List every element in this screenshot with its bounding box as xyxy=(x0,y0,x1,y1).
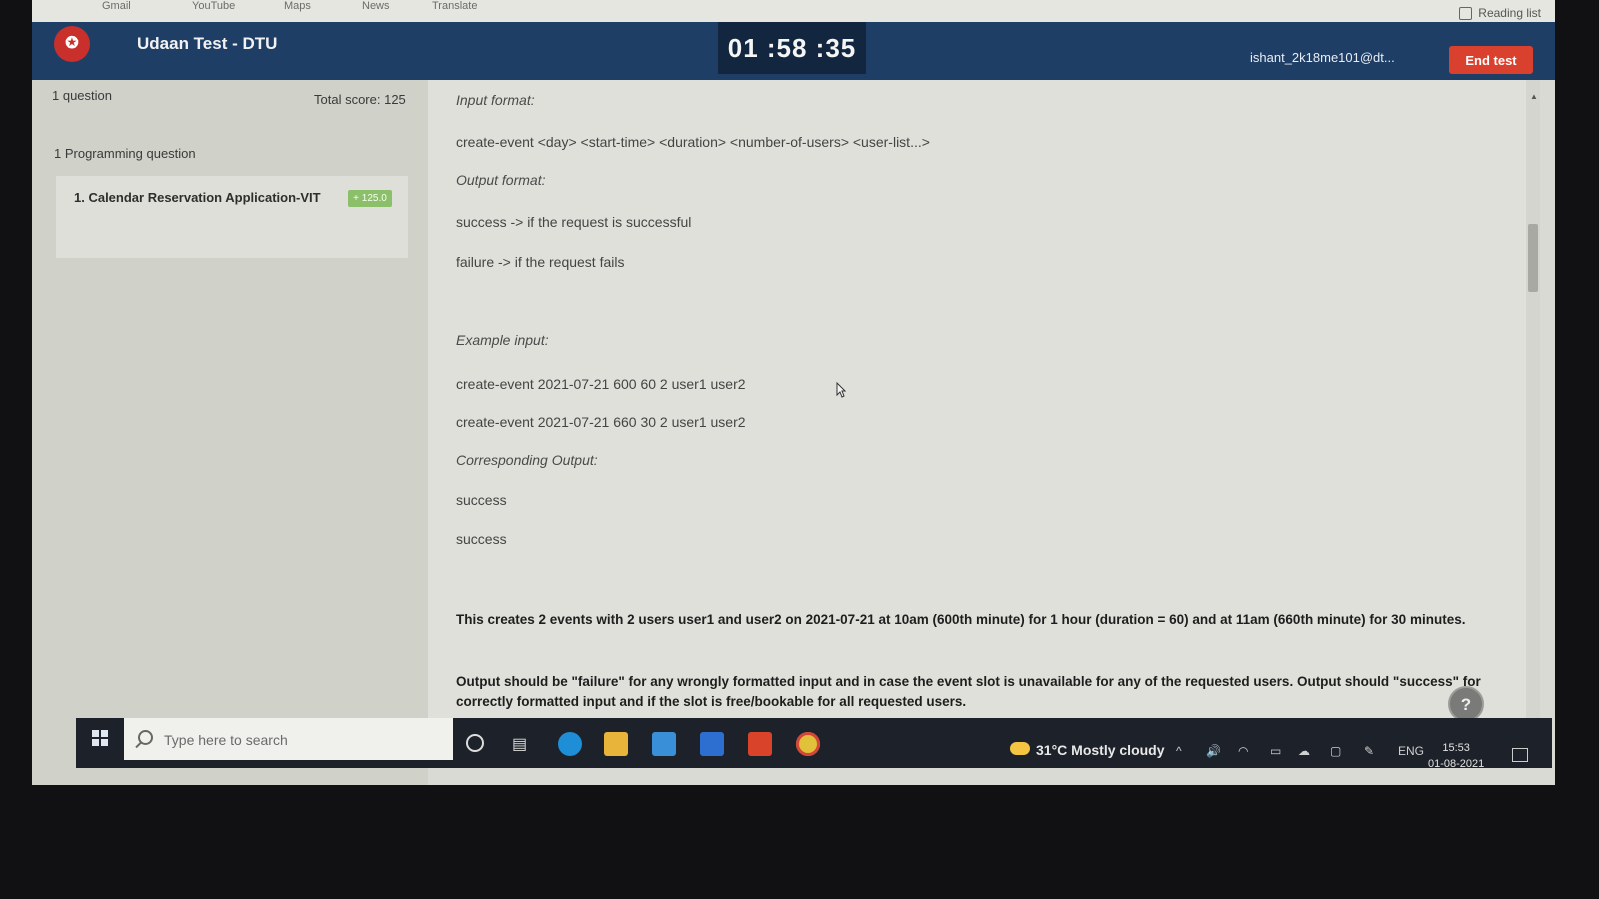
edge-icon[interactable] xyxy=(558,732,582,756)
rules-paragraph: Output should be "failure" for any wrong… xyxy=(456,674,1481,709)
corresponding-output-label: Corresponding Output: xyxy=(456,452,598,468)
whiteboard-icon[interactable] xyxy=(700,732,724,756)
output-format-label: Output format: xyxy=(456,172,546,188)
bookmark-maps[interactable]: Maps xyxy=(284,0,311,12)
example-input-line: create-event 2021-07-21 660 30 2 user1 u… xyxy=(456,414,746,430)
question-sidebar: 1 question Total score: 125 1 Programmin… xyxy=(32,80,428,785)
reading-list-icon xyxy=(1459,6,1473,20)
example-input-line: create-event 2021-07-21 600 60 2 user1 u… xyxy=(456,376,746,392)
weather-cloud-icon xyxy=(1010,742,1030,755)
countdown-timer: 01 :58 :35 xyxy=(718,22,866,74)
logo-icon: ✪ xyxy=(54,26,90,62)
task-view-icon[interactable]: ▤ xyxy=(512,734,527,754)
wifi-icon[interactable]: ◠ xyxy=(1238,744,1248,758)
system-clock[interactable]: 15:53 01-08-2021 xyxy=(1428,740,1484,772)
screen: Gmail YouTube Maps News Translate Readin… xyxy=(32,0,1555,785)
question-title: 1. Calendar Reservation Application-VIT xyxy=(74,190,321,205)
bookmark-gmail[interactable]: Gmail xyxy=(102,0,131,12)
input-format-text: create-event <day> <start-time> <duratio… xyxy=(456,134,930,150)
reading-list-button[interactable]: Reading list xyxy=(1459,6,1541,20)
help-icon[interactable]: ? xyxy=(1448,686,1484,722)
windows-taskbar: ▤ 31°C Mostly cloudy ^ 🔊 ◠ ▭ ☁ ▢ ✎ ENG 1… xyxy=(76,718,1552,770)
scroll-up-icon[interactable]: ▲ xyxy=(1530,92,1538,101)
question-item[interactable]: 1. Calendar Reservation Application-VIT … xyxy=(56,176,408,258)
reading-list-label: Reading list xyxy=(1478,6,1541,20)
test-title: Udaan Test - DTU xyxy=(137,34,278,53)
question-count: 1 question xyxy=(52,88,112,103)
volume-icon[interactable]: 🔊 xyxy=(1206,744,1221,758)
bookmark-youtube[interactable]: YouTube xyxy=(192,0,235,12)
end-test-button[interactable]: End test xyxy=(1449,46,1533,74)
user-email[interactable]: ishant_2k18me101@dt... xyxy=(1250,50,1395,65)
example-output-line: success xyxy=(456,492,507,508)
mail-icon[interactable] xyxy=(652,732,676,756)
language-indicator[interactable]: ENG xyxy=(1398,744,1424,758)
bookmarks-bar: Gmail YouTube Maps News Translate Readin… xyxy=(32,0,1555,22)
question-description: Input format: create-event <day> <start-… xyxy=(428,80,1526,732)
cortana-icon[interactable] xyxy=(466,734,484,752)
scroll-thumb[interactable] xyxy=(1528,224,1538,292)
app-header: ✪ Udaan Test - DTU 01 :58 :35 ishant_2k1… xyxy=(32,22,1555,80)
example-output-line: success xyxy=(456,531,507,547)
taskbar-search-input[interactable] xyxy=(162,728,436,752)
office-icon[interactable] xyxy=(748,732,772,756)
file-explorer-icon[interactable] xyxy=(604,732,628,756)
display-icon[interactable]: ▢ xyxy=(1330,744,1341,758)
question-score-badge: + 125.0 xyxy=(348,190,392,207)
section-heading: 1 Programming question xyxy=(54,146,196,161)
onedrive-icon[interactable]: ☁ xyxy=(1298,744,1310,758)
notification-icon[interactable] xyxy=(1512,748,1528,762)
chrome-icon[interactable] xyxy=(796,732,820,756)
explanation-paragraph: This creates 2 events with 2 users user1… xyxy=(456,612,1466,627)
output-failure-text: failure -> if the request fails xyxy=(456,254,625,270)
bookmark-news[interactable]: News xyxy=(362,0,390,12)
weather-text[interactable]: 31°C Mostly cloudy xyxy=(1036,742,1165,758)
bookmark-translate[interactable]: Translate xyxy=(432,0,477,12)
mouse-cursor-icon xyxy=(836,382,846,398)
example-input-label: Example input: xyxy=(456,332,549,348)
battery-icon[interactable]: ▭ xyxy=(1270,744,1281,758)
search-icon xyxy=(138,730,153,745)
input-format-label: Input format: xyxy=(456,92,535,108)
clock-time: 15:53 xyxy=(1442,742,1470,754)
taskbar-search[interactable] xyxy=(124,718,453,760)
total-score: Total score: 125 xyxy=(314,92,406,107)
output-success-text: success -> if the request is successful xyxy=(456,214,692,230)
tray-chevron-icon[interactable]: ^ xyxy=(1176,744,1182,758)
pen-icon[interactable]: ✎ xyxy=(1364,744,1374,758)
content-scrollbar[interactable]: ▲ ▼ xyxy=(1526,80,1540,732)
clock-date: 01-08-2021 xyxy=(1428,758,1485,770)
windows-start-icon[interactable] xyxy=(92,730,108,746)
